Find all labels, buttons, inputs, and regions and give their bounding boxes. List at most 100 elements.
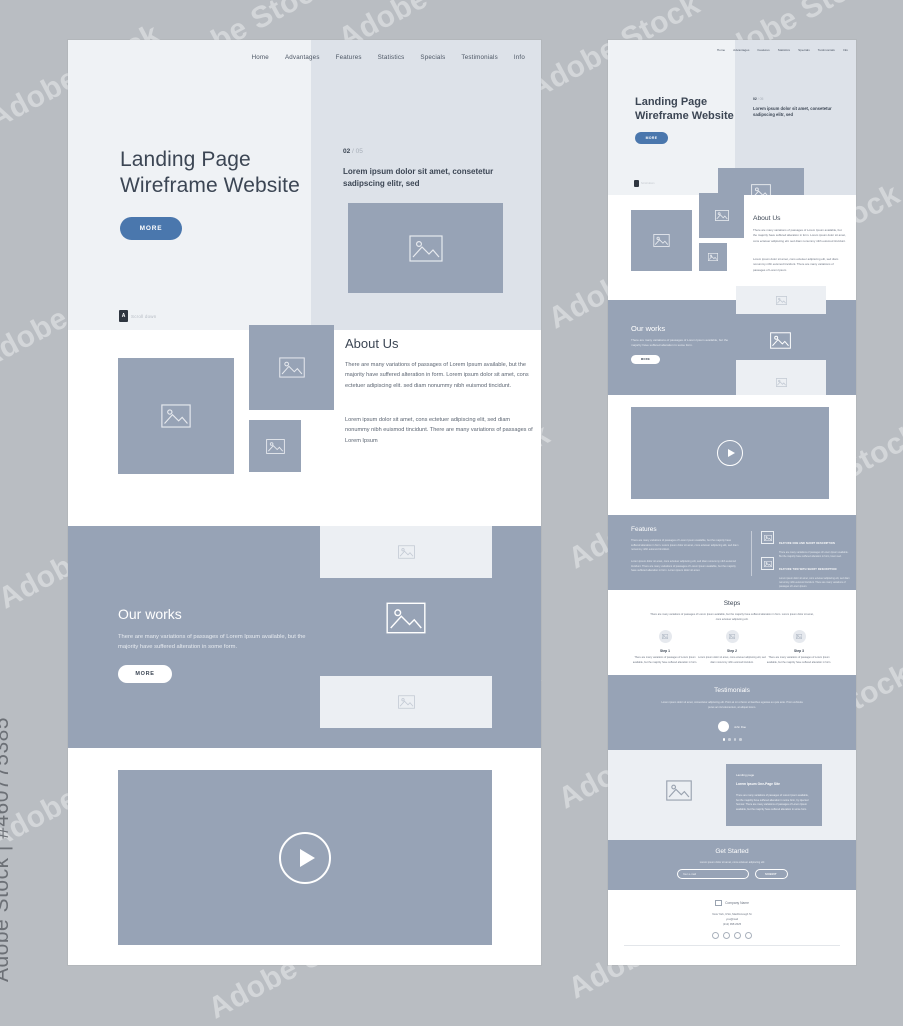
feature-image-icon [761, 557, 774, 570]
sm-step-desc: Lorem ipsum dolor sit amet, cons ectetue… [698, 656, 766, 664]
nav-item-advantages[interactable]: Advantages [285, 54, 320, 61]
sm-about-image-medium [699, 193, 744, 238]
sm-testimonial-quote: Lorem ipsum dolor sit amet, consectetur … [661, 701, 803, 709]
sm-testimonials-heading: Testimonials [714, 687, 750, 694]
works-image-icon [386, 602, 426, 639]
sm-steps-heading: Steps [723, 600, 741, 607]
sm-nav-item-testimonials[interactable]: Testimonials [818, 48, 835, 52]
sm-step-title: Step 1 [660, 649, 670, 653]
hero-more-button[interactable]: MORE [120, 217, 182, 240]
image-placeholder-icon [763, 560, 772, 567]
image-placeholder-icon [265, 438, 285, 454]
sm-works-paragraph: There are many variations of passages of… [631, 338, 729, 348]
scroll-badge[interactable]: A Scroll down [119, 310, 156, 322]
sm-features-heading: Features [631, 526, 657, 533]
avatar [718, 721, 729, 732]
twitter-icon[interactable] [723, 932, 730, 939]
sm-steps-section: Steps There are many variations of passa… [608, 590, 856, 675]
sm-slide-counter: 02 / 05 [753, 97, 763, 101]
sm-main-navigation[interactable]: Home Advantages Features Statistics Spec… [717, 48, 848, 52]
footer-phone[interactable]: (212) 998 2625 [608, 922, 856, 927]
pagination-dot[interactable] [733, 738, 736, 741]
sm-feature-title: FEATURE TWO WITH SHORT DESCRIPTION [779, 568, 837, 571]
footer-contact: New York, USA, MacDonough St you@mail (2… [608, 912, 856, 927]
works-section: Our works There are many variations of p… [68, 526, 541, 748]
sm-step-title: Step 2 [727, 649, 737, 653]
image-placeholder-icon [714, 210, 729, 221]
email-field[interactable] [676, 869, 749, 879]
nav-item-specials[interactable]: Specials [420, 54, 445, 61]
sm-promo-title: Lorem Ipsum One-Page Site [736, 782, 780, 786]
image-placeholder-icon [763, 534, 772, 541]
sm-scroll-badge-chip [634, 180, 639, 187]
sm-promo-section: Landing page Lorem Ipsum One-Page Site T… [608, 750, 856, 840]
full-page-mockup-small: Home Advantages Features Statistics Spec… [608, 40, 856, 965]
sm-promo-image-icon [666, 780, 692, 806]
sm-about-section: About Us There are many variations of pa… [608, 193, 856, 300]
image-placeholder-icon [278, 357, 305, 378]
works-strip-bottom [320, 676, 492, 728]
nav-item-testimonials[interactable]: Testimonials [461, 54, 497, 61]
sm-nav-item-advantages[interactable]: Advantages [733, 48, 749, 52]
about-heading: About Us [345, 336, 399, 351]
sm-works-section: Our works There are many variations of p… [608, 286, 856, 405]
sm-video-section [608, 395, 856, 515]
image-placeholder-icon [408, 234, 443, 262]
submit-button[interactable]: SUBMIT [754, 869, 788, 879]
nav-item-home[interactable]: Home [252, 54, 269, 61]
sm-slide-counter-current: 02 [753, 97, 757, 101]
sm-features-section: Features There are many variations of pa… [608, 515, 856, 590]
slide-counter: 02 / 05 [343, 148, 363, 155]
works-paragraph: There are many variations of passages of… [118, 634, 306, 651]
sm-hero-more-button[interactable]: MORE [635, 132, 668, 144]
sm-play-icon[interactable] [717, 440, 743, 466]
about-image-medium [249, 325, 334, 410]
sm-step-title: Step 3 [794, 649, 804, 653]
pagination-dot-active[interactable] [722, 738, 725, 741]
linkedin-icon[interactable] [745, 932, 752, 939]
nav-item-info[interactable]: Info [514, 54, 525, 61]
sm-page-title-line-2: Wireframe Website [635, 109, 734, 122]
image-placeholder-icon [662, 634, 668, 639]
sm-step-item: Step 1 There are many variations of pass… [630, 630, 700, 665]
sm-step-item: Step 3 There are many variations of pass… [764, 630, 834, 665]
play-icon[interactable] [279, 831, 331, 884]
video-placeholder[interactable] [118, 770, 492, 945]
nav-item-features[interactable]: Features [336, 54, 362, 61]
sm-nav-item-info[interactable]: Info [843, 48, 848, 52]
pagination-dot[interactable] [728, 738, 731, 741]
nav-item-statistics[interactable]: Statistics [378, 54, 405, 61]
image-placeholder-icon [775, 378, 787, 387]
footer-divider [624, 945, 840, 946]
sm-nav-item-specials[interactable]: Specials [798, 48, 810, 52]
sm-features-paragraph-1: There are many variations of passages of… [631, 539, 739, 552]
logo-icon [715, 900, 723, 906]
works-heading: Our works [118, 606, 182, 622]
image-placeholder-icon [666, 780, 692, 801]
instagram-icon[interactable] [734, 932, 741, 939]
main-navigation[interactable]: Home Advantages Features Statistics Spec… [252, 54, 525, 61]
slide-counter-current: 02 [343, 148, 351, 155]
sm-nav-item-statistics[interactable]: Statistics [778, 48, 790, 52]
hero-image-placeholder [348, 203, 503, 293]
pagination-dot[interactable] [739, 738, 742, 741]
image-placeholder-icon [161, 404, 191, 428]
sm-testimonial-pagination[interactable] [608, 738, 856, 741]
sm-about-heading: About Us [753, 215, 781, 222]
sm-works-more-button[interactable]: MORE [631, 355, 660, 364]
sm-nav-item-home[interactable]: Home [717, 48, 725, 52]
image-placeholder-icon [708, 253, 718, 261]
page-title-line-2: Wireframe Website [120, 174, 300, 198]
scroll-badge-chip: A [119, 310, 128, 322]
sm-scroll-badge[interactable]: Scroll down [634, 180, 654, 187]
sm-video-placeholder[interactable] [631, 407, 829, 499]
sm-page-title: Landing Page Wireframe Website [635, 96, 734, 124]
about-image-large [118, 358, 234, 474]
works-more-button[interactable]: MORE [118, 665, 172, 683]
step-image-icon [725, 630, 739, 643]
sm-nav-item-features[interactable]: Features [757, 48, 769, 52]
image-placeholder-icon [729, 634, 735, 639]
facebook-icon[interactable] [712, 932, 719, 939]
footer-social-links[interactable] [608, 932, 856, 939]
sm-cta-lead: Lorem ipsum dolor sit amet, cons ectetue… [699, 861, 765, 864]
